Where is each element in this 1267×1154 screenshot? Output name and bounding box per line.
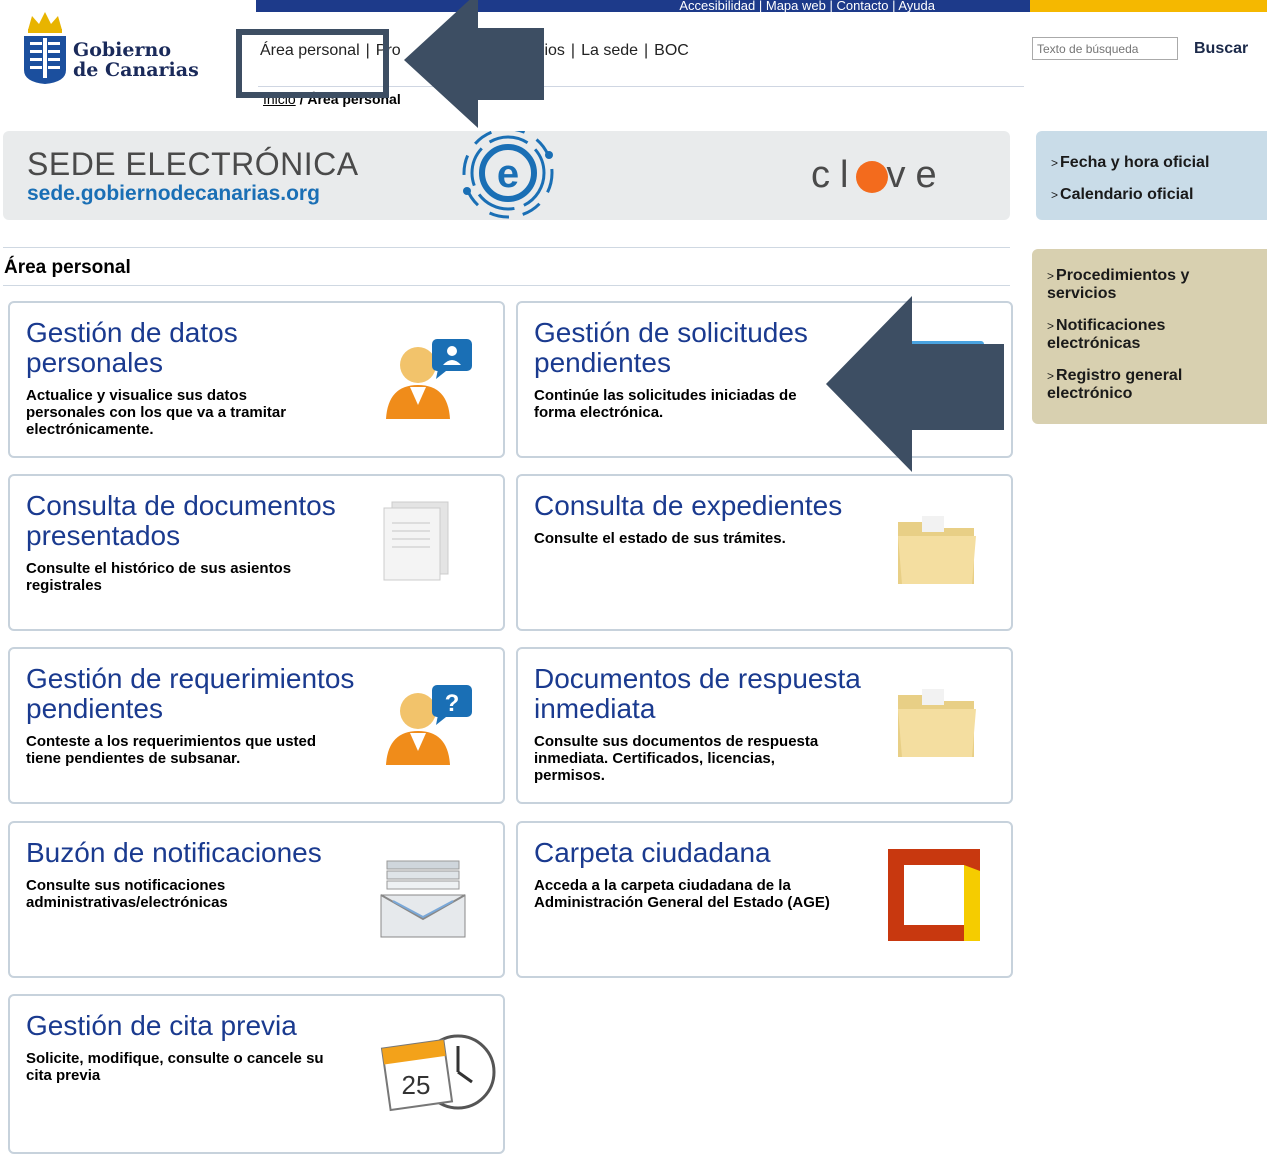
e-logo-icon: e: [462, 131, 554, 219]
card-requerimientos[interactable]: Gestión de requerimientos pendientes Con…: [8, 647, 505, 804]
user-info-icon: [386, 339, 472, 419]
sede-banner[interactable]: SEDE ELECTRÓNICA sede.gobiernodecanarias…: [3, 131, 1010, 220]
card-desc: Consulte sus notificaciones administrati…: [26, 877, 228, 911]
card-title: Documentos de respuesta inmediata: [534, 663, 861, 724]
documents-icon: [383, 501, 449, 581]
card-desc: Solicite, modifique, consulte o cancele …: [26, 1050, 324, 1084]
banner-url: sede.gobiernodecanarias.org: [27, 182, 320, 205]
card-title: Carpeta ciudadana: [534, 837, 771, 868]
card-expedientes[interactable]: Consulta de expedientes Consulte el esta…: [516, 474, 1013, 631]
user-question-icon: ?: [386, 685, 472, 765]
card-title: Consulta de expedientes: [534, 490, 843, 521]
annotation-arrow-left-icon: [404, 0, 544, 128]
clave-dot-icon: [856, 160, 889, 193]
logo[interactable]: Gobierno de Canarias: [22, 8, 202, 88]
mail-tray-icon: [380, 860, 466, 938]
nav-item-la-sede[interactable]: La sede: [581, 42, 638, 59]
section-divider-top: [3, 247, 1010, 248]
annotation-arrow-right-icon: [826, 296, 1004, 472]
side-box-services: > Procedimientos y servicios > Notificacio…: [1032, 249, 1267, 424]
search-button[interactable]: Buscar: [1190, 38, 1252, 60]
folder-icon: [898, 689, 976, 757]
nav-item-boc[interactable]: BOC: [654, 42, 689, 59]
card-title: Gestión de datos personales: [26, 317, 238, 378]
card-cita-previa[interactable]: Gestión de cita previa Solicite, modifiq…: [8, 994, 505, 1154]
side-box-official: > Fecha y hora oficial > Calendario oficia…: [1036, 131, 1267, 220]
card-datos-personales[interactable]: Gestión de datos personales Actualice y …: [8, 301, 505, 458]
card-documentos-presentados[interactable]: Consulta de documentos presentados Consu…: [8, 474, 505, 631]
card-title: Gestión de requerimientos pendientes: [26, 663, 355, 724]
side-link-procedimientos[interactable]: > Procedimientos y servicios: [1047, 267, 1227, 302]
svg-text:?: ?: [445, 690, 460, 717]
clave-logo: cl ve: [811, 154, 947, 196]
search-input[interactable]: [1032, 37, 1178, 60]
side-link-notificaciones[interactable]: > Notificaciones electrónicas: [1047, 317, 1197, 352]
top-accent-bar: [1030, 0, 1267, 12]
logo-text: Gobierno de Canarias: [73, 39, 199, 81]
card-carpeta-ciudadana[interactable]: Carpeta ciudadana Acceda a la carpeta ci…: [516, 821, 1013, 978]
section-divider-bottom: [3, 285, 1010, 286]
highlight-box: [236, 29, 389, 98]
card-respuesta-inmediata[interactable]: Documentos de respuesta inmediata Consul…: [516, 647, 1013, 804]
card-desc: Continúe las solicitudes iniciadas de fo…: [534, 387, 797, 421]
card-desc: Conteste a los requerimientos que usted …: [26, 733, 317, 767]
svg-text:25: 25: [402, 1070, 431, 1100]
folder-icon: [898, 516, 976, 584]
banner-title: SEDE ELECTRÓNICA: [27, 146, 359, 182]
card-desc: Consulte el histórico de sus asientos re…: [26, 560, 292, 594]
side-link-fecha-hora[interactable]: > Fecha y hora oficial: [1051, 154, 1209, 172]
card-title: Gestión de cita previa: [26, 1010, 297, 1041]
card-desc: Acceda a la carpeta ciudadana de la Admi…: [534, 877, 830, 911]
card-buzon-notificaciones[interactable]: Buzón de notificaciones Consulte sus not…: [8, 821, 505, 978]
svg-text:e: e: [497, 152, 519, 196]
carpeta-ciudadana-icon: [888, 849, 980, 941]
card-desc: Consulte sus documentos de respuesta inm…: [534, 733, 819, 784]
utility-links[interactable]: Accesibilidad | Mapa web | Contacto | Ay…: [679, 0, 1030, 12]
top-utility-bar: Accesibilidad | Mapa web | Contacto | Ay…: [256, 0, 1030, 12]
coat-of-arms-icon: [24, 12, 66, 84]
card-title: Buzón de notificaciones: [26, 837, 322, 868]
side-link-registro[interactable]: > Registro general electrónico: [1047, 367, 1217, 402]
calendar-clock-icon: 25: [380, 1034, 496, 1112]
section-title: Área personal: [4, 257, 131, 278]
card-desc: Consulte el estado de sus trámites.: [534, 530, 786, 547]
card-title: Consulta de documentos presentados: [26, 490, 336, 551]
card-desc: Actualice y visualice sus datos personal…: [26, 387, 287, 438]
side-link-calendario[interactable]: > Calendario oficial: [1051, 186, 1193, 204]
